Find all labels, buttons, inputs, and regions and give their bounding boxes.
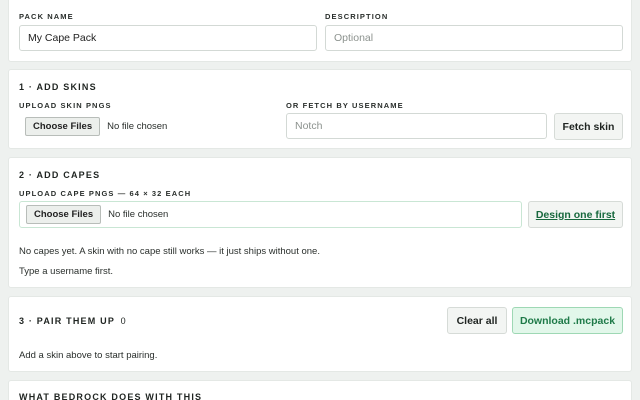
pack-name-label: PACK NAME: [19, 12, 74, 21]
bedrock-info-title: WHAT BEDROCK DOES WITH THIS: [19, 392, 203, 400]
no-capes-note: No capes yet. A skin with no cape still …: [19, 246, 320, 257]
pair-title-text: 3 · PAIR THEM UP: [19, 316, 115, 326]
bedrock-info-card: WHAT BEDROCK DOES WITH THIS: [8, 380, 632, 400]
pack-details-card: PACK NAME DESCRIPTION: [8, 0, 632, 62]
cape-file-status: No file chosen: [108, 209, 169, 220]
add-skins-card: 1 · ADD SKINS UPLOAD SKIN PNGS Choose Fi…: [8, 69, 632, 149]
cape-file-picker[interactable]: Choose Files No file chosen: [19, 201, 522, 228]
design-cape-button[interactable]: Design one first: [528, 201, 623, 228]
skin-file-picker[interactable]: Choose Files No file chosen: [19, 113, 279, 140]
skin-file-status: No file chosen: [107, 121, 168, 132]
fetch-skin-button[interactable]: Fetch skin: [554, 113, 623, 140]
add-capes-title: 2 · ADD CAPES: [19, 170, 101, 180]
pack-name-input[interactable]: [19, 25, 317, 51]
choose-cape-files-button[interactable]: Choose Files: [26, 205, 102, 224]
clear-all-button[interactable]: Clear all: [447, 307, 507, 334]
upload-skins-label: UPLOAD SKIN PNGS: [19, 101, 112, 110]
upload-capes-label: UPLOAD CAPE PNGS — 64 × 32 EACH: [19, 189, 192, 198]
pair-empty-note: Add a skin above to start pairing.: [19, 350, 158, 361]
pair-card: 3 · PAIR THEM UP 0 Clear all Download .m…: [8, 296, 632, 372]
pair-count: 0: [120, 316, 126, 326]
description-label: DESCRIPTION: [325, 12, 389, 21]
pair-title: 3 · PAIR THEM UP 0: [19, 316, 126, 326]
description-input[interactable]: [325, 25, 623, 51]
add-skins-title: 1 · ADD SKINS: [19, 82, 97, 92]
username-hint: Type a username first.: [19, 266, 113, 277]
username-input[interactable]: [286, 113, 547, 139]
add-capes-card: 2 · ADD CAPES UPLOAD CAPE PNGS — 64 × 32…: [8, 157, 632, 288]
choose-skin-files-button[interactable]: Choose Files: [25, 117, 101, 136]
download-mcpack-button[interactable]: Download .mcpack: [512, 307, 623, 334]
fetch-username-label: OR FETCH BY USERNAME: [286, 101, 404, 110]
